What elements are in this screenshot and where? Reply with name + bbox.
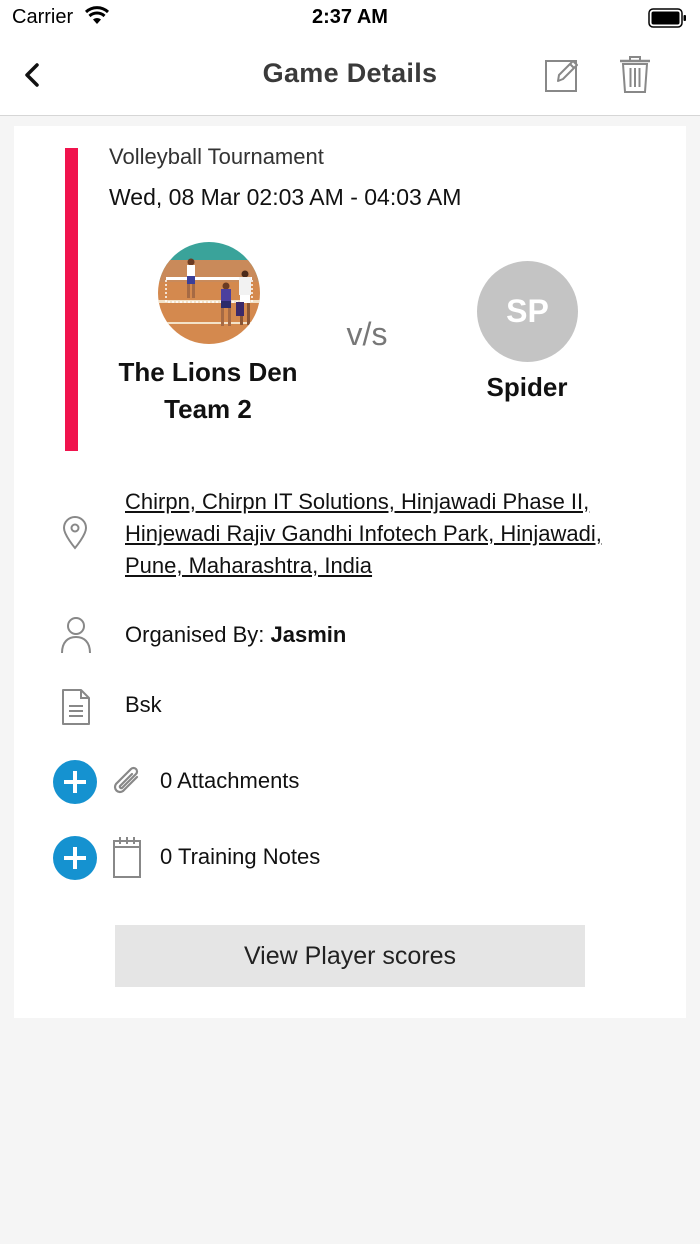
team1-name: The Lions Den Team 2 — [98, 354, 318, 428]
status-bar: Carrier 2:37 AM — [0, 0, 700, 36]
game-datetime: Wed, 08 Mar 02:03 AM - 04:03 AM — [109, 184, 462, 210]
game-title: Volleyball Tournament — [109, 144, 324, 169]
nav-bar: Game Details — [0, 36, 700, 116]
team1-avatar — [158, 242, 260, 344]
location-line3: Pune, Maharashtra, India — [125, 553, 373, 578]
team1-name-line1: The Lions Den — [118, 357, 298, 387]
user-icon — [61, 617, 91, 654]
team2-avatar: SP — [477, 261, 578, 362]
add-attachment-button[interactable] — [53, 760, 97, 804]
team1-name-line2: Team 2 — [164, 394, 252, 424]
view-player-scores-button[interactable]: View Player scores — [115, 925, 585, 987]
attachments-count[interactable]: 0 Attachments — [160, 768, 299, 794]
versus-label: v/s — [346, 316, 388, 352]
add-training-note-button[interactable] — [53, 836, 97, 880]
location-link[interactable]: Chirpn, Chirpn IT Solutions, Hinjawadi P… — [125, 486, 675, 582]
battery-icon — [648, 8, 686, 28]
accent-bar — [65, 148, 78, 451]
trash-icon[interactable] — [618, 56, 652, 94]
notepad-icon — [113, 837, 141, 878]
paperclip-icon — [113, 766, 139, 794]
organiser-name: Jasmin — [270, 622, 347, 647]
location-pin-icon — [62, 516, 88, 550]
clock: 2:37 AM — [312, 6, 388, 28]
training-notes-count[interactable]: 0 Training Notes — [160, 844, 320, 870]
game-card: Volleyball Tournament Wed, 08 Mar 02:03 … — [14, 126, 686, 1018]
organiser-label: Organised By: — [125, 622, 271, 647]
page-title: Game Details — [262, 58, 438, 88]
organiser-text: Organised By: Jasmin — [125, 622, 346, 648]
team2-name: Spider — [486, 372, 568, 402]
document-icon — [62, 689, 90, 725]
game-description: Bsk — [125, 692, 162, 717]
location-line2: Hinjewadi Rajiv Gandhi Infotech Park, Hi… — [125, 521, 602, 546]
location-line1: Chirpn, Chirpn IT Solutions, Hinjawadi P… — [125, 489, 590, 514]
edit-icon[interactable] — [544, 57, 580, 93]
